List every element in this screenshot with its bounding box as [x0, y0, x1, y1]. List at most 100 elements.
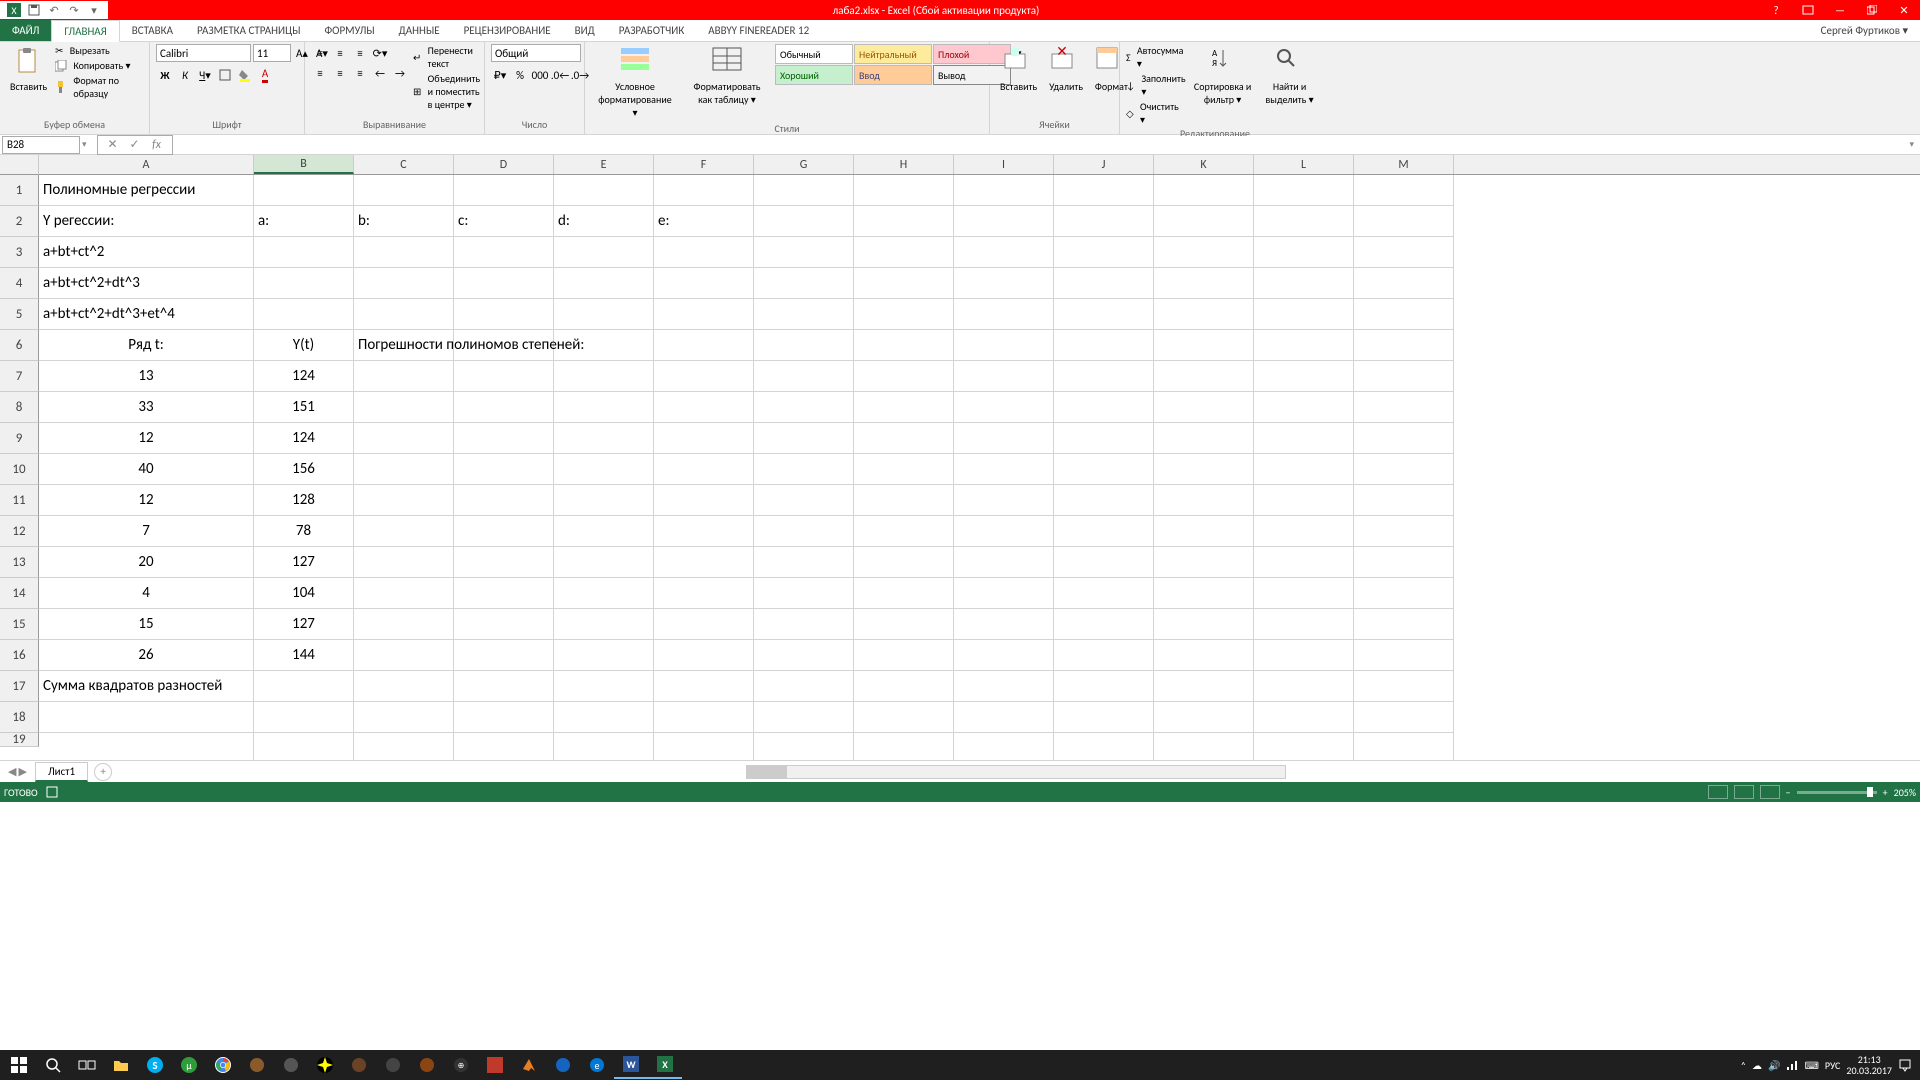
word-icon[interactable]: W — [614, 1051, 648, 1079]
tab-home[interactable]: ГЛАВНАЯ — [51, 20, 119, 42]
align-left-icon[interactable]: ≡ — [311, 64, 329, 82]
qat-dropdown-icon[interactable]: ▾ — [86, 2, 102, 18]
cell-K19[interactable] — [1154, 733, 1254, 760]
cell-C14[interactable] — [354, 578, 454, 609]
cell-grid[interactable]: Полиномные регрессииY регессии:a:b:c:d:e… — [39, 175, 1920, 747]
column-header-B[interactable]: B — [254, 155, 354, 174]
cell-L16[interactable] — [1254, 640, 1354, 671]
cell-M5[interactable] — [1354, 299, 1454, 330]
cell-D13[interactable] — [454, 547, 554, 578]
cell-M2[interactable] — [1354, 206, 1454, 237]
cell-I9[interactable] — [954, 423, 1054, 454]
cell-B10[interactable]: 156 — [254, 454, 354, 485]
cell-D3[interactable] — [454, 237, 554, 268]
cell-D17[interactable] — [454, 671, 554, 702]
tray-network-icon[interactable] — [1786, 1059, 1798, 1071]
cell-I4[interactable] — [954, 268, 1054, 299]
cell-I18[interactable] — [954, 702, 1054, 733]
cell-C12[interactable] — [354, 516, 454, 547]
cell-B4[interactable] — [254, 268, 354, 299]
cell-H9[interactable] — [854, 423, 954, 454]
cell-C5[interactable] — [354, 299, 454, 330]
zoom-level[interactable]: 205% — [1894, 786, 1916, 799]
cell-B17[interactable] — [254, 671, 354, 702]
tray-clock[interactable]: 21:13 20.03.2017 — [1846, 1054, 1892, 1076]
close-icon[interactable]: ✕ — [1892, 0, 1916, 20]
view-page-layout-icon[interactable] — [1734, 785, 1754, 799]
cell-F18[interactable] — [654, 702, 754, 733]
font-size-select[interactable] — [253, 44, 291, 62]
cell-G15[interactable] — [754, 609, 854, 640]
cell-B11[interactable]: 128 — [254, 485, 354, 516]
save-icon[interactable] — [26, 2, 42, 18]
app-icon-5[interactable] — [376, 1051, 410, 1079]
cell-J13[interactable] — [1054, 547, 1154, 578]
delete-cells-button[interactable]: ✕Удалить — [1045, 44, 1087, 95]
wrap-text-button[interactable]: ↵ Перенести текст — [413, 44, 480, 70]
increase-indent-icon[interactable]: → — [391, 64, 409, 82]
ribbon-display-icon[interactable] — [1796, 0, 1820, 20]
cell-J18[interactable] — [1054, 702, 1154, 733]
zoom-slider[interactable] — [1797, 791, 1877, 794]
cell-C10[interactable] — [354, 454, 454, 485]
column-header-A[interactable]: A — [39, 155, 254, 174]
cell-A4[interactable]: a+bt+ct^2+dt^3 — [39, 268, 254, 299]
cell-B19[interactable] — [254, 733, 354, 760]
cell-C9[interactable] — [354, 423, 454, 454]
underline-button[interactable]: Ч▾ — [196, 66, 214, 84]
cell-E2[interactable]: d: — [554, 206, 654, 237]
cell-B6[interactable]: Y(t) — [254, 330, 354, 361]
cell-K18[interactable] — [1154, 702, 1254, 733]
cell-A17[interactable]: Сумма квадратов разностей — [39, 671, 254, 702]
cell-C2[interactable]: b: — [354, 206, 454, 237]
cell-J14[interactable] — [1054, 578, 1154, 609]
cell-F2[interactable]: e: — [654, 206, 754, 237]
row-header-9[interactable]: 9 — [0, 423, 39, 454]
align-bottom-icon[interactable]: ≡ — [351, 44, 369, 62]
cell-D11[interactable] — [454, 485, 554, 516]
tab-file[interactable]: ФАЙЛ — [0, 20, 51, 41]
cell-F6[interactable] — [654, 330, 754, 361]
cell-G9[interactable] — [754, 423, 854, 454]
cell-A15[interactable]: 15 — [39, 609, 254, 640]
sheet-nav-prev-icon[interactable]: ◀ — [8, 765, 16, 778]
formula-input[interactable] — [173, 136, 1904, 154]
cell-M8[interactable] — [1354, 392, 1454, 423]
row-header-2[interactable]: 2 — [0, 206, 39, 237]
row-header-11[interactable]: 11 — [0, 485, 39, 516]
cell-M6[interactable] — [1354, 330, 1454, 361]
cell-E14[interactable] — [554, 578, 654, 609]
cell-G17[interactable] — [754, 671, 854, 702]
column-header-H[interactable]: H — [854, 155, 954, 174]
enter-formula-icon[interactable]: ✓ — [124, 136, 146, 154]
cell-B14[interactable]: 104 — [254, 578, 354, 609]
cell-G7[interactable] — [754, 361, 854, 392]
macro-record-icon[interactable] — [46, 786, 58, 798]
edge-icon[interactable]: e — [580, 1051, 614, 1079]
cell-G13[interactable] — [754, 547, 854, 578]
column-header-G[interactable]: G — [754, 155, 854, 174]
column-header-K[interactable]: K — [1154, 155, 1254, 174]
cell-G12[interactable] — [754, 516, 854, 547]
cell-I17[interactable] — [954, 671, 1054, 702]
cell-J9[interactable] — [1054, 423, 1154, 454]
cell-D7[interactable] — [454, 361, 554, 392]
cell-F5[interactable] — [654, 299, 754, 330]
cell-B1[interactable] — [254, 175, 354, 206]
view-page-break-icon[interactable] — [1760, 785, 1780, 799]
insert-cells-button[interactable]: Вставить — [996, 44, 1041, 95]
cell-J10[interactable] — [1054, 454, 1154, 485]
cell-A16[interactable]: 26 — [39, 640, 254, 671]
cell-C15[interactable] — [354, 609, 454, 640]
tab-data[interactable]: ДАННЫЕ — [387, 20, 452, 41]
tray-chevron-icon[interactable]: ˄ — [1741, 1059, 1746, 1072]
style-input[interactable]: Ввод — [854, 65, 932, 85]
cell-B5[interactable] — [254, 299, 354, 330]
cell-I6[interactable] — [954, 330, 1054, 361]
cell-I3[interactable] — [954, 237, 1054, 268]
cell-B15[interactable]: 127 — [254, 609, 354, 640]
cell-I1[interactable] — [954, 175, 1054, 206]
cell-M3[interactable] — [1354, 237, 1454, 268]
cell-D18[interactable] — [454, 702, 554, 733]
cell-H8[interactable] — [854, 392, 954, 423]
